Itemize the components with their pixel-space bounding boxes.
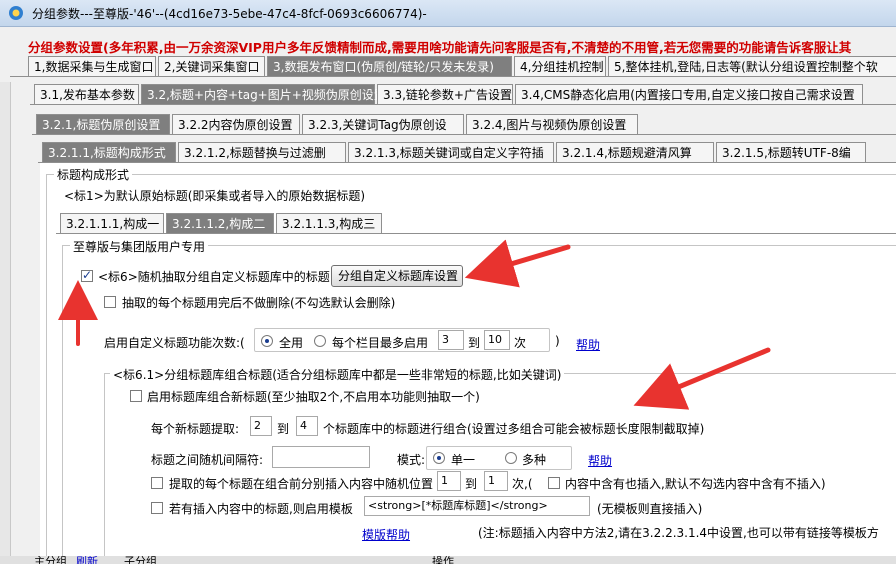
insert-unit-label: 次,( — [512, 477, 533, 491]
usage-max-field[interactable]: 10 — [484, 330, 510, 350]
separator-label: 标题之间随机间隔符: — [151, 453, 264, 467]
window-title: 分组参数---至尊版-'46'--(4cd16e73-5ebe-47c4-8fc… — [32, 7, 427, 21]
insert-min-field[interactable]: 1 — [437, 471, 461, 491]
window-titlebar: 分组参数---至尊版-'46'--(4cd16e73-5ebe-47c4-8fc… — [0, 0, 896, 27]
insert-random-checkbox[interactable] — [151, 477, 163, 489]
extract-to-label: 到 — [277, 422, 290, 436]
insert-has-checkbox[interactable] — [548, 477, 560, 489]
usage-each-label: 每个栏目最多启用 — [332, 336, 429, 350]
usage-all-radio[interactable] — [261, 335, 273, 347]
tab-publish-basic[interactable]: 3.1,发布基本参数 — [34, 84, 139, 104]
extract-suffix-label: 个标题库中的标题进行组合(设置过多组合可能会被标题长度限制截取掉) — [323, 422, 705, 436]
insert-method-note: (注:标题插入内容中方法2,请在3.2.2.3.1.4中设置,也可以带有链接等模… — [478, 526, 879, 540]
title-structure-group-label: 标题构成形式 — [54, 166, 133, 183]
usage-min-field[interactable]: 3 — [438, 330, 464, 350]
tabs-level5: 3.2.1.1.1,构成一 3.2.1.1.2,构成二 3.2.1.1.3,构成… — [0, 213, 896, 235]
extract-label: 每个新标题提取: — [151, 422, 240, 436]
tabs-level1: 1,数据采集与生成窗口 2,关键词采集窗口 3,数据发布窗口(伪原创/链轮/只发… — [0, 56, 896, 78]
mode-single-radio[interactable] — [433, 452, 445, 464]
tab-image-video-pseudo[interactable]: 3.2.4,图片与视频伪原创设置 — [466, 114, 638, 134]
extract-min-field[interactable]: 2 — [250, 416, 272, 436]
tab-cms-static[interactable]: 3.4,CMS静态化启用(内置接口专用,自定义接口按自己需求设置 — [515, 84, 863, 104]
tabs-level5-line — [56, 233, 896, 234]
tabs-level2: 3.1,发布基本参数 3.2,标题+内容+tag+图片+视频伪原创设置 3.3,… — [0, 84, 896, 106]
sub-group-label: 子分组 — [124, 556, 157, 564]
enable-combine-label: 启用标题库组合新标题(至少抽取2个,不启用本功能则抽取一个) — [147, 390, 480, 404]
mode-radio-group — [426, 446, 572, 470]
main-group-label: 主分组 — [34, 556, 67, 564]
usage-each-radio[interactable] — [314, 335, 326, 347]
template-field[interactable]: <strong>[*标题库标题]</strong> — [364, 496, 590, 516]
tab-keyword-tag-pseudo[interactable]: 3.2.3,关键词Tag伪原创设 — [302, 114, 464, 134]
notice-text: 分组参数设置(多年积累,由一万余资深VIP用户多年反馈精制而成,需要用啥功能请先… — [28, 40, 852, 55]
insert-max-field[interactable]: 1 — [484, 471, 508, 491]
template-note: (无模板则直接插入) — [597, 502, 703, 516]
tab-chain-ads[interactable]: 3.3,链轮参数+广告设置 — [377, 84, 513, 104]
tab-title-pseudo[interactable]: 3.2.1,标题伪原创设置 — [36, 114, 170, 134]
bottom-strip: 主分组 刷新 子分组 操作 — [0, 556, 896, 564]
usage-unit-label: 次 — [514, 336, 527, 350]
tab-data-collection[interactable]: 1,数据采集与生成窗口 — [28, 56, 156, 76]
usage-count-label: 启用自定义标题功能次数:( — [104, 336, 245, 350]
std6-checkbox[interactable] — [81, 268, 93, 282]
tab-group-hang[interactable]: 4,分组挂机控制 — [514, 56, 606, 76]
usage-to-label: 到 — [468, 336, 481, 350]
mode-multi-label: 多种 — [522, 453, 547, 467]
template-help-link[interactable]: 模版帮助 — [362, 526, 410, 543]
insert-random-label: 提取的每个标题在组合前分别插入内容中随机位置 — [169, 477, 434, 491]
template-label: 若有插入内容中的标题,则启用模板 — [169, 502, 353, 516]
tabs-level3: 3.2.1,标题伪原创设置 3.2.2内容伪原创设置 3.2.3,关键词Tag伪… — [0, 114, 896, 136]
no-delete-label: 抽取的每个标题用完后不做删除(不勾选默认会删除) — [122, 296, 396, 310]
operations-label: 操作 — [432, 556, 454, 564]
tab-title-replace-filter[interactable]: 3.2.1.2,标题替换与过滤删 — [178, 142, 346, 162]
tab-data-publish[interactable]: 3,数据发布窗口(伪原创/链轮/只发未发录) — [267, 56, 512, 76]
insert-to-label: 到 — [465, 477, 478, 491]
tab-title-structure[interactable]: 3.2.1.1,标题构成形式 — [42, 142, 176, 162]
tabs-level1-line — [10, 76, 896, 77]
tabs-level3-line — [32, 134, 896, 135]
vip-group-label: 至尊版与集团版用户专用 — [70, 238, 209, 255]
tabs-level2-line — [30, 104, 896, 105]
mode-help-link[interactable]: 帮助 — [588, 452, 612, 469]
usage-help-link[interactable]: 帮助 — [576, 336, 600, 353]
extract-max-field[interactable]: 4 — [296, 416, 318, 436]
no-delete-checkbox[interactable] — [104, 296, 116, 308]
usage-all-label: 全用 — [279, 336, 304, 350]
separator-field[interactable] — [272, 446, 370, 468]
group-title-library-settings-button[interactable]: 分组自定义标题库设置 — [331, 265, 463, 287]
insert-has-label: 内容中含有也插入,默认不勾选内容中含有不插入) — [565, 477, 826, 491]
tab-structure-three[interactable]: 3.2.1.1.3,构成三 — [276, 213, 382, 233]
std1-description: <标1>为默认原始标题(即采集或者导入的原始数据标题) — [64, 189, 366, 203]
enable-combine-checkbox[interactable] — [130, 390, 142, 402]
tab-keyword-collection[interactable]: 2,关键词采集窗口 — [158, 56, 265, 76]
usage-close-paren: ) — [555, 334, 560, 348]
mode-label: 模式: — [397, 453, 426, 467]
tab-title-avoid-algorithm[interactable]: 3.2.1.4,标题规避清风算 — [556, 142, 714, 162]
tab-title-content-pseudo[interactable]: 3.2,标题+内容+tag+图片+视频伪原创设置 — [141, 84, 386, 104]
template-checkbox[interactable] — [151, 502, 163, 514]
tab-structure-two[interactable]: 3.2.1.1.2,构成二 — [166, 213, 274, 233]
tab-content-pseudo[interactable]: 3.2.2内容伪原创设置 — [172, 114, 300, 134]
app-icon — [9, 6, 23, 20]
tab-title-utf8[interactable]: 3.2.1.5,标题转UTF-8编 — [716, 142, 866, 162]
mode-single-label: 单一 — [451, 453, 476, 467]
mode-multi-radio[interactable] — [505, 452, 517, 464]
tab-global-hang[interactable]: 5,整体挂机,登陆,日志等(默认分组设置控制整个软 — [608, 56, 896, 76]
tab-structure-one[interactable]: 3.2.1.1.1,构成一 — [60, 213, 164, 233]
refresh-link[interactable]: 刷新 — [76, 556, 98, 564]
std61-group-label: <标6.1>分组标题库组合标题(适合分组标题库中都是一些非常短的标题,比如关键词… — [110, 366, 565, 383]
std6-label: <标6>随机抽取分组自定义标题库中的标题 — [98, 270, 330, 284]
tab-title-keyword-insert[interactable]: 3.2.1.3,标题关键词或自定义字符插 — [348, 142, 554, 162]
tabs-level4: 3.2.1.1,标题构成形式 3.2.1.2,标题替换与过滤删 3.2.1.3,… — [0, 142, 896, 164]
